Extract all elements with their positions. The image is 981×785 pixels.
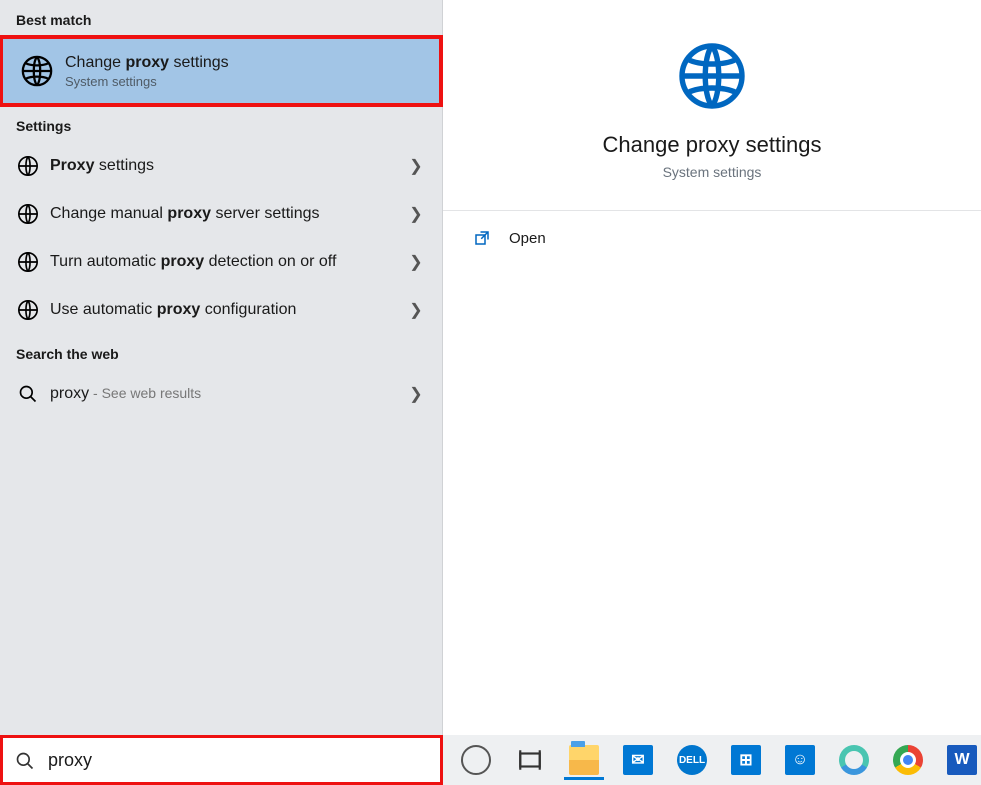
dell-button[interactable]: DELL	[672, 740, 712, 780]
chevron-right-icon: ❯	[406, 300, 426, 320]
globe-icon	[16, 250, 40, 274]
best-match-subtitle: System settings	[65, 74, 229, 89]
globe-icon	[16, 298, 40, 322]
store-icon: ⊞	[731, 745, 761, 775]
result-label: Use automatic proxy configuration	[50, 299, 406, 321]
chevron-right-icon: ❯	[406, 384, 426, 404]
section-header-best-match: Best match	[0, 0, 442, 36]
chrome-icon	[893, 745, 923, 775]
detail-header: Change proxy settings System settings	[443, 0, 981, 211]
result-label: Change manual proxy server settings	[50, 203, 406, 225]
detail-subtitle: System settings	[463, 164, 961, 180]
contacts-button[interactable]: ☺	[780, 740, 820, 780]
globe-icon	[676, 40, 748, 112]
settings-result-auto-proxy-config[interactable]: Use automatic proxy configuration ❯	[0, 286, 442, 334]
best-match-text: Change proxy settings System settings	[65, 54, 229, 89]
settings-result-auto-detection[interactable]: Turn automatic proxy detection on or off…	[0, 238, 442, 286]
dell-icon: DELL	[677, 745, 707, 775]
chrome-button[interactable]	[888, 740, 928, 780]
open-icon	[471, 227, 493, 249]
settings-result-manual-proxy[interactable]: Change manual proxy server settings ❯	[0, 190, 442, 238]
section-header-settings: Settings	[0, 106, 442, 142]
search-icon	[16, 382, 40, 406]
circle-icon	[461, 745, 491, 775]
store-button[interactable]: ⊞	[726, 740, 766, 780]
edge-button[interactable]	[834, 740, 874, 780]
chevron-right-icon: ❯	[406, 156, 426, 176]
taskview-icon	[517, 747, 543, 773]
taskbar-icons: ✉ DELL ⊞ ☺ W	[456, 740, 981, 780]
chevron-right-icon: ❯	[406, 252, 426, 272]
best-match-title: Change proxy settings	[65, 54, 229, 72]
search-icon	[14, 750, 36, 772]
task-view-button[interactable]	[510, 740, 550, 780]
search-input[interactable]	[48, 750, 429, 771]
web-result-proxy[interactable]: proxy - See web results ❯	[0, 370, 442, 418]
settings-result-proxy-settings[interactable]: Proxy settings ❯	[0, 142, 442, 190]
best-match-result[interactable]: Change proxy settings System settings	[0, 36, 442, 106]
open-action[interactable]: Open	[443, 211, 981, 265]
detail-title: Change proxy settings	[463, 132, 961, 158]
cortana-button[interactable]	[456, 740, 496, 780]
globe-icon	[16, 202, 40, 226]
globe-icon	[19, 53, 55, 89]
result-label: Turn automatic proxy detection on or off	[50, 251, 406, 273]
folder-icon	[569, 745, 599, 775]
taskbar-search-box[interactable]	[0, 735, 443, 785]
open-label: Open	[509, 230, 546, 247]
mail-icon: ✉	[623, 745, 653, 775]
word-icon: W	[947, 745, 977, 775]
file-explorer-button[interactable]	[564, 740, 604, 780]
taskbar: ✉ DELL ⊞ ☺ W	[0, 735, 981, 785]
section-header-web: Search the web	[0, 334, 442, 370]
edge-icon	[839, 745, 869, 775]
mail-button[interactable]: ✉	[618, 740, 658, 780]
word-button[interactable]: W	[942, 740, 981, 780]
result-label: Proxy settings	[50, 155, 406, 177]
search-results-panel: Best match Change proxy settings System …	[0, 0, 443, 735]
globe-icon	[16, 154, 40, 178]
result-label: proxy - See web results	[50, 383, 406, 405]
contact-icon: ☺	[785, 745, 815, 775]
detail-panel: Change proxy settings System settings Op…	[443, 0, 981, 735]
chevron-right-icon: ❯	[406, 204, 426, 224]
